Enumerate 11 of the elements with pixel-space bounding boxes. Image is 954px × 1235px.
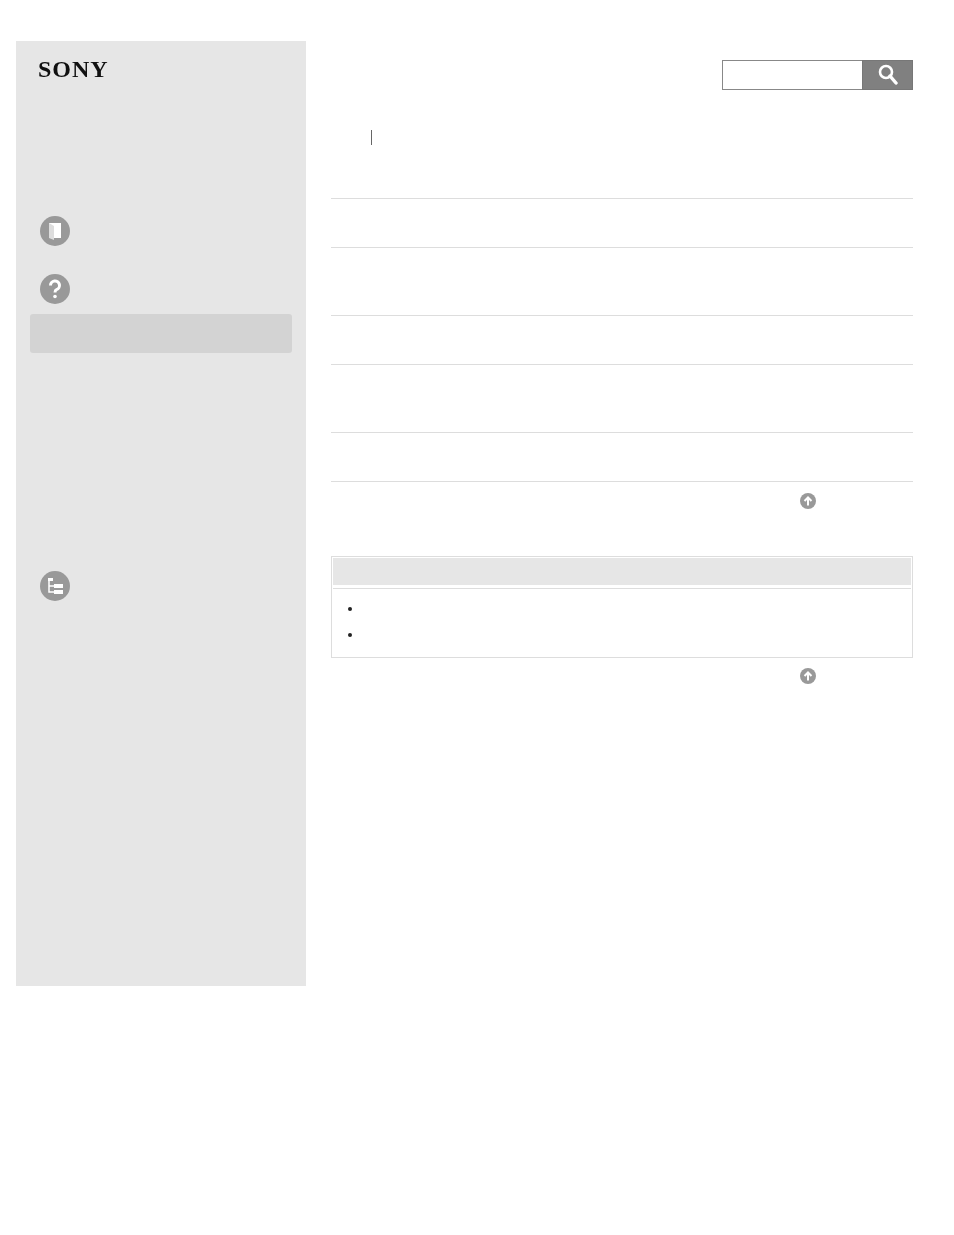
search-icon bbox=[877, 64, 898, 86]
logo[interactable]: SONY bbox=[38, 56, 109, 82]
search-button[interactable] bbox=[862, 60, 913, 90]
back-to-top-icon[interactable] bbox=[800, 493, 816, 509]
book-icon[interactable] bbox=[40, 216, 70, 246]
search-field[interactable] bbox=[722, 60, 862, 90]
back-to-top-icon[interactable] bbox=[800, 668, 816, 684]
help-icon[interactable] bbox=[40, 274, 70, 304]
tree-icon[interactable] bbox=[40, 571, 70, 601]
bullet-icon bbox=[348, 633, 352, 637]
bullet-icon bbox=[348, 607, 352, 611]
